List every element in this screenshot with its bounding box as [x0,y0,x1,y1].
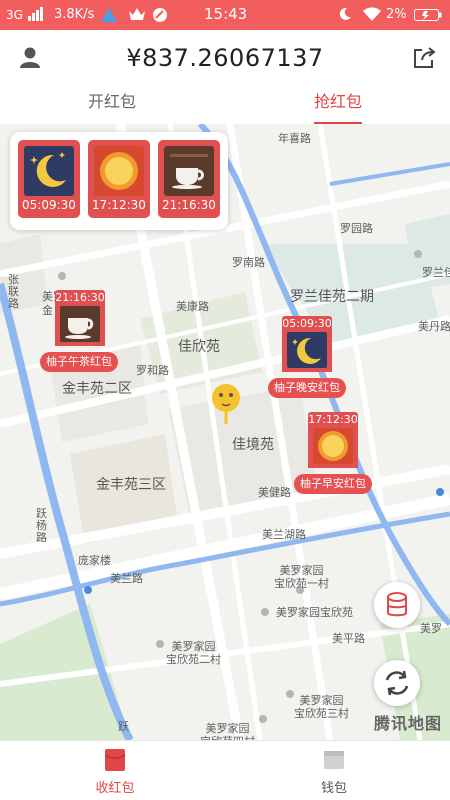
envelope-item-tea[interactable]: 21:16:30 [158,140,220,218]
map-pin-night[interactable]: 05:09:30 [282,316,332,372]
envelope-time: 17:12:30 [92,198,146,212]
nav-wallet[interactable]: 钱包 [284,741,384,800]
nav-receive-label: 收红包 [95,781,135,796]
pin-time: 05:09:30 [282,316,332,332]
wifi-icon [362,7,382,27]
pin-art [308,428,358,468]
map-pin-tea-label[interactable]: 柚子午茶红包 [40,352,118,372]
clock: 15:43 [204,5,248,23]
map-label: 金丰苑三区 [96,477,166,493]
coffee-icon [164,146,214,196]
envelope-card: 05:09:30 17:12:30 21:16:30 [10,132,228,230]
tab-open-envelope-label: 开红包 [87,92,136,111]
layer-button[interactable] [374,582,420,628]
map-label: 美罗 [420,622,442,635]
tab-grab-envelope[interactable]: 抢红包 [288,86,388,124]
map-label: 美罗家园 宝欣苑二村 [166,640,221,666]
map-label: 金 [42,304,53,317]
map-label: 美康路 [176,300,209,313]
share-icon[interactable] [410,44,438,72]
balance-amount: ¥837.26067137 [126,44,324,72]
net-speed: 3.8K/s [54,7,95,22]
map-label: 罗兰佳苑二期 [290,289,374,305]
map-label: 美罗家园宝欣苑 [276,606,353,619]
battery-text: 2% [386,7,407,22]
map-label: 佳欣苑 [178,339,220,355]
tab-bar: 开红包 抢红包 [0,86,450,124]
envelope-icon [104,749,126,771]
refresh-button[interactable] [374,660,420,706]
map-label: 罗兰佳 [422,266,450,279]
map-pin-tea[interactable]: 21:16:30 [55,290,105,346]
map-label: 跃杨路 [36,507,47,544]
app-notification-icon [152,7,168,28]
bottom-nav: 收红包 钱包 [0,740,450,800]
coffee-icon [60,306,100,342]
signal-icon [28,7,44,26]
refresh-icon [385,670,409,696]
map-label: 年喜路 [278,132,311,145]
tab-open-envelope[interactable]: 开红包 [62,86,162,124]
sun-icon [313,428,353,464]
map-label: 美罗家园 宝欣苑三村 [294,694,349,720]
pin-time: 21:16:30 [55,290,105,306]
header: ¥837.26067137 [0,30,450,86]
tab-grab-envelope-label: 抢红包 [313,92,362,111]
envelope-time: 05:09:30 [22,198,76,212]
map-pin-morning[interactable]: 17:12:30 [308,412,358,468]
map-label: 美丹路 [418,320,450,333]
envelope-item-morning[interactable]: 17:12:30 [88,140,150,218]
map-label: 庞家楼 [78,554,111,567]
map-view[interactable]: 年喜路 罗园路 罗兰佳苑二期 罗兰佳 美丹路 美康路 罗南路 佳欣苑 罗和路 金… [0,124,450,740]
map-label: 罗和路 [136,364,169,377]
map-label: 佳境苑 [232,437,274,453]
warning-icon [100,7,118,28]
map-pin-night-label[interactable]: 柚子晚安红包 [268,378,346,398]
pin-art [282,332,332,372]
moon-mode-icon [338,7,352,26]
nav-wallet-label: 钱包 [320,781,347,796]
nav-receive[interactable]: 收红包 [65,741,165,800]
map-label: 罗园路 [340,222,373,235]
map-label: 美罗家园 宝欣苑四村 [200,722,255,740]
envelope-item-night[interactable]: 05:09:30 [18,140,80,218]
envelope-time: 21:16:30 [162,198,216,212]
network-type: 3G [6,8,23,22]
moon-icon [24,146,74,196]
map-label: 美健路 [258,486,291,499]
pin-art [55,306,105,346]
moon-icon [287,332,327,368]
battery-icon [414,9,442,26]
map-label: 美罗家园 宝欣苑一村 [274,564,329,590]
map-label: 美兰湖路 [262,528,306,541]
wallet-icon [324,749,344,771]
map-pin-morning-label[interactable]: 柚子早安红包 [294,474,372,494]
sun-icon [94,146,144,196]
map-label: 张联路 [8,273,19,310]
map-label: 美平路 [332,632,365,645]
map-provider-logo: 腾讯地图 [373,714,442,733]
pin-time: 17:12:30 [308,412,358,428]
map-label: 罗南路 [232,256,265,269]
database-icon [387,592,407,617]
location-marker [210,382,242,424]
map-label: 美兰路 [110,572,143,585]
map-label: 跃 [118,720,129,733]
crown-icon [128,7,146,26]
map-label: 金丰苑二区 [62,381,132,397]
status-bar: 3G 3.8K/s 15:43 2% [0,0,450,30]
